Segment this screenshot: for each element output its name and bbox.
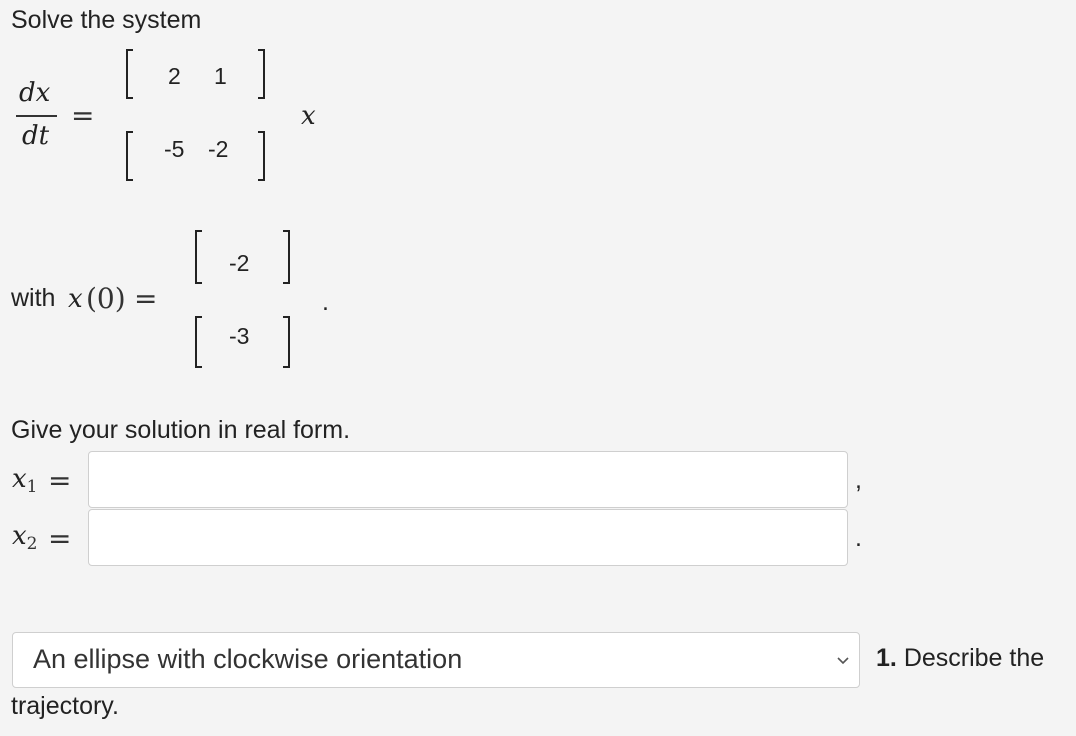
vector-entry-1: -2 [229,250,250,276]
vector-entry-2: -3 [229,323,250,349]
matrix-bracket-bottom-left [126,131,133,181]
x2-period: . [855,524,862,552]
matrix-cell-2-1: -5 [164,136,185,162]
derivative-numerator: dx [19,78,51,108]
answer-var-x2: x [12,521,27,551]
matrix-bracket-bottom-right [258,131,265,181]
part-label-rest: Describe the [903,644,1045,672]
equals-sign-x1: = [48,464,72,497]
ic-argument: (0) [86,282,126,315]
vector-bracket-top-right [283,230,290,284]
part-label: 1. Describe the [876,646,1044,671]
matrix-cell-1-2: 1 [214,63,227,89]
answer-sub-x2: 2 [26,534,38,554]
answer-sub-x1: 1 [26,477,38,497]
with-label: with [11,284,56,312]
matrix-cell-2-2: -2 [208,136,229,162]
part-label-bold: 1. [876,644,897,672]
vector-bracket-bottom-right [283,316,290,368]
vector-bracket-bottom-left [195,316,202,368]
answer-label-x2: x2 [12,521,38,554]
x1-answer-input[interactable] [88,451,848,508]
chevron-down-icon [837,657,849,665]
instruction-text: Give your solution in real form. [11,416,351,444]
equals-sign-ic: = [134,282,158,315]
answer-label-x1: x1 [12,464,38,497]
equals-sign-x2: = [48,522,72,555]
answer-var-x1: x [12,464,27,494]
ic-function: x [68,284,83,314]
vector-bracket-top-left [195,230,202,284]
matrix-cell-1-1: 2 [168,63,181,89]
ic-end-period: . [322,288,329,316]
intro-text: Solve the system [11,6,202,34]
matrix-bracket-top-right [258,49,265,99]
derivative-denominator: dt [22,121,50,151]
trajectory-selected-value: An ellipse with clockwise orientation [33,644,463,674]
x1-comma: , [855,466,862,494]
trajectory-select[interactable]: An ellipse with clockwise orientation [12,632,860,688]
matrix-bracket-top-left [126,49,133,99]
rhs-variable: x [301,101,316,131]
fraction-bar [16,115,57,117]
part-label-continued: trajectory. [11,692,119,720]
equals-sign-ode: = [71,99,95,132]
x2-answer-input[interactable] [88,509,848,566]
